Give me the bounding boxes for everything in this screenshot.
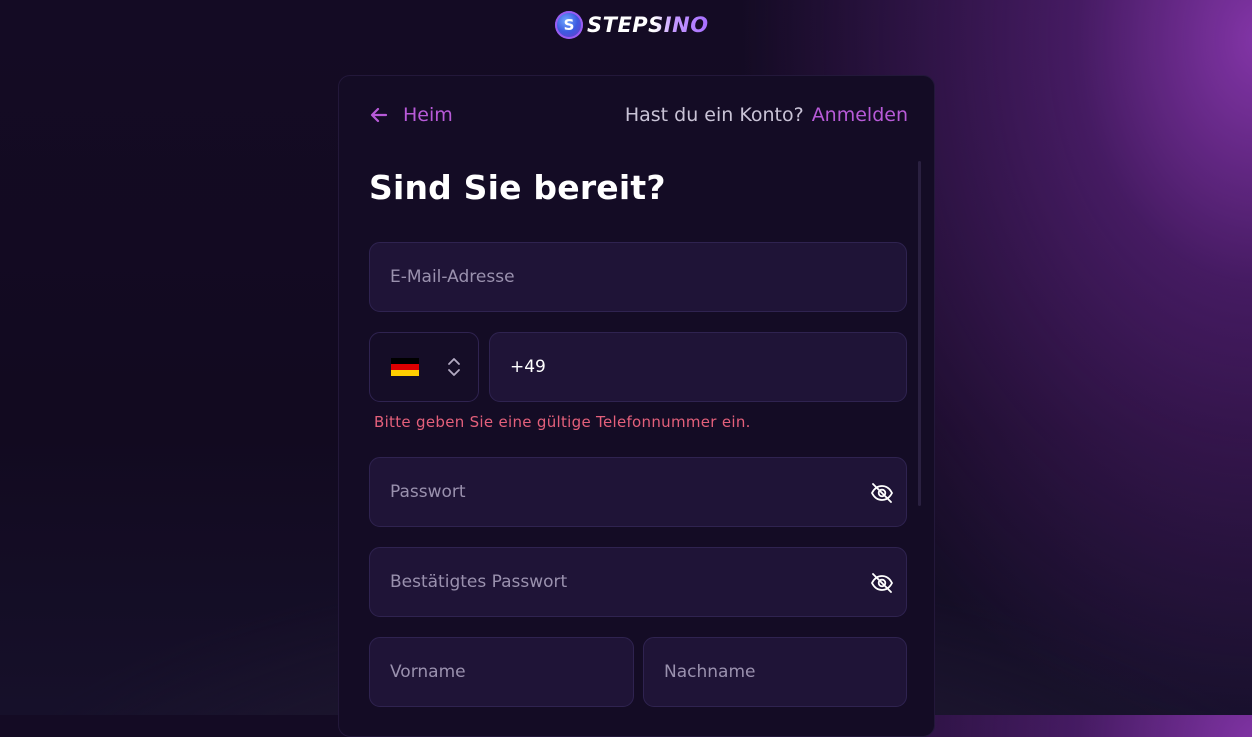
scrollbar[interactable] bbox=[918, 161, 921, 506]
phone-field[interactable] bbox=[490, 333, 906, 401]
back-label: Heim bbox=[403, 104, 453, 126]
back-home-link[interactable]: Heim bbox=[369, 104, 453, 126]
email-field[interactable] bbox=[370, 243, 906, 311]
page-title: Sind Sie bereit? bbox=[369, 168, 666, 207]
arrow-left-icon bbox=[370, 107, 388, 123]
coin-icon: S bbox=[555, 11, 583, 39]
password-field[interactable] bbox=[370, 458, 906, 526]
germany-flag bbox=[391, 357, 419, 377]
account-question: Hast du ein Konto? bbox=[624, 104, 804, 126]
phone-field-wrapper bbox=[489, 332, 907, 402]
country-select[interactable] bbox=[369, 332, 479, 402]
brand-name: STEPSINO bbox=[587, 13, 709, 37]
confirm-password-field[interactable] bbox=[370, 548, 906, 616]
coin-letter: S bbox=[563, 16, 575, 34]
chevron-up-down-icon bbox=[448, 358, 460, 376]
brand-logo[interactable]: S STEPSINO bbox=[555, 9, 709, 41]
last-name-field-wrapper bbox=[643, 637, 907, 707]
phone-error-message: Bitte geben Sie eine gültige Telefonnumm… bbox=[374, 413, 751, 431]
account-prompt: Hast du ein Konto? Anmelden bbox=[625, 104, 908, 126]
first-name-field-wrapper bbox=[369, 637, 634, 707]
login-link[interactable]: Anmelden bbox=[812, 104, 908, 126]
first-name-field[interactable] bbox=[370, 638, 633, 706]
last-name-field[interactable] bbox=[644, 638, 906, 706]
email-field-wrapper bbox=[369, 242, 907, 312]
password-field-wrapper bbox=[369, 457, 907, 527]
confirm-password-field-wrapper bbox=[369, 547, 907, 617]
signup-card: Heim Hast du ein Konto? Anmelden Sind Si… bbox=[338, 75, 935, 737]
eye-off-icon[interactable] bbox=[870, 572, 894, 594]
eye-off-icon[interactable] bbox=[870, 482, 894, 504]
